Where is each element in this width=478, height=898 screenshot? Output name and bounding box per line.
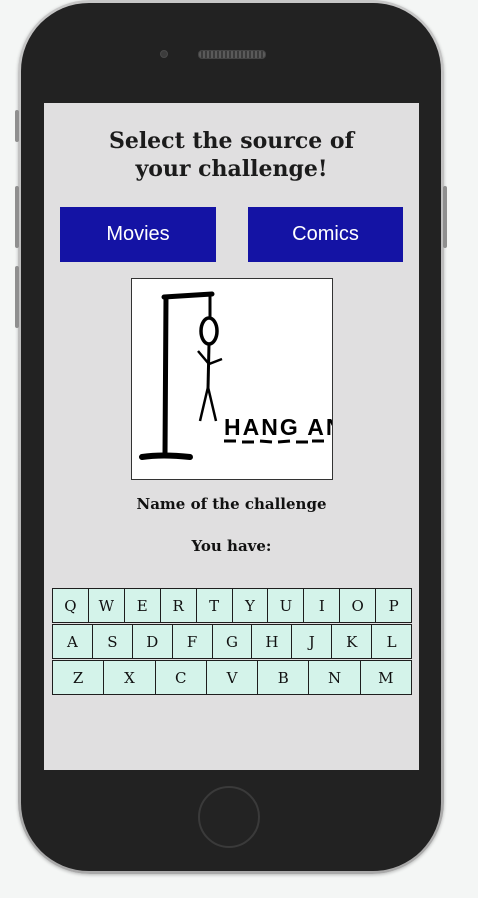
page-title: Select the source of your challenge! — [108, 128, 355, 182]
attempts-label: You have: — [191, 537, 272, 555]
app-screen: Select the source of your challenge! Mov… — [44, 103, 419, 770]
letter-key-n[interactable]: N — [308, 660, 361, 695]
letter-key-t[interactable]: T — [195, 588, 233, 623]
letter-key-f[interactable]: F — [171, 624, 213, 659]
letter-key-c[interactable]: C — [154, 660, 207, 695]
letter-key-u[interactable]: U — [267, 588, 305, 623]
letter-key-q[interactable]: Q — [52, 588, 89, 623]
power-button — [443, 186, 447, 248]
home-button[interactable] — [198, 786, 260, 848]
letter-key-v[interactable]: V — [205, 660, 259, 695]
letter-key-p[interactable]: P — [375, 588, 413, 623]
volume-down-button — [15, 266, 19, 328]
letter-key-k[interactable]: K — [331, 624, 373, 659]
letter-key-s[interactable]: S — [91, 624, 133, 659]
letter-key-g[interactable]: G — [211, 624, 253, 659]
letter-key-m[interactable]: M — [359, 660, 412, 695]
keyboard-row: ASDFGHJKL — [52, 624, 413, 660]
letter-key-a[interactable]: A — [52, 624, 93, 659]
mute-switch — [15, 110, 19, 142]
letter-key-x[interactable]: X — [103, 660, 156, 695]
front-camera — [160, 50, 168, 58]
letter-keyboard: QWERTYUIOPASDFGHJKLZXCVBNM — [52, 588, 413, 696]
letter-key-d[interactable]: D — [131, 624, 173, 659]
letter-key-o[interactable]: O — [339, 588, 377, 623]
speaker-grill — [198, 50, 266, 59]
keyboard-row: QWERTYUIOP — [52, 588, 413, 624]
letter-key-e[interactable]: E — [123, 588, 161, 623]
letter-key-j[interactable]: J — [291, 624, 333, 659]
keyboard-row: ZXCVBNM — [52, 660, 412, 696]
stage: Select the source of your challenge! Mov… — [0, 0, 478, 898]
letter-key-b[interactable]: B — [257, 660, 310, 695]
letter-key-z[interactable]: Z — [52, 660, 105, 695]
challenge-name: Name of the challenge — [136, 495, 327, 513]
volume-up-button — [15, 186, 19, 248]
letter-key-i[interactable]: I — [303, 588, 341, 623]
hangman-logo-text: HANG AN — [224, 414, 332, 440]
letter-key-w[interactable]: W — [87, 588, 125, 623]
letter-key-y[interactable]: Y — [231, 588, 269, 623]
letter-key-h[interactable]: H — [251, 624, 293, 659]
letter-key-r[interactable]: R — [159, 588, 197, 623]
letter-key-l[interactable]: L — [371, 624, 413, 659]
hangman-logo-image: HANG AN — [131, 278, 333, 480]
comics-button[interactable]: Comics — [248, 207, 403, 262]
movies-button[interactable]: Movies — [60, 207, 216, 262]
hangman-icon: HANG AN — [139, 291, 332, 460]
